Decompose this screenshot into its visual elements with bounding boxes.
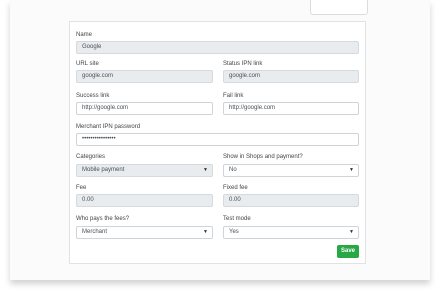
who-pays-label: Who pays the fees? [76,216,130,222]
top-partial-element [310,0,368,15]
fee-label: Fee [76,185,87,191]
who-pays-select[interactable]: Merchant ▼ [76,226,213,239]
fee-field: 0.00 [76,194,213,207]
url-site-field: google.com [76,70,213,83]
merchant-ipn-password-input[interactable]: •••••••••••••••• [76,133,359,146]
fail-link-label: Fail link [223,93,244,99]
success-link-label: Success link [76,93,110,99]
name-label: Name [76,32,93,38]
show-in-shops-label: Show in Shops and payment? [223,154,303,160]
caret-down-icon: ▼ [203,229,208,235]
status-ipn-link-label: Status IPN link [223,61,263,67]
fixed-fee-field: 0.00 [223,194,359,207]
fixed-fee-label: Fixed fee [223,185,248,191]
caret-down-icon: ▼ [203,167,208,173]
success-link-input[interactable]: http://google.com [76,102,213,115]
url-site-label: URL site [76,61,99,67]
caret-down-icon: ▼ [349,167,354,173]
test-mode-label: Test mode [223,216,251,222]
merchant-ipn-password-label: Merchant IPN password [76,124,141,130]
name-field: Google [76,41,359,54]
who-pays-value: Merchant [82,229,108,235]
categories-value: Mobile payment [82,167,125,173]
save-button[interactable]: Save [337,245,359,258]
fail-link-input[interactable]: http://google.com [223,102,359,115]
test-mode-select[interactable]: Yes ▼ [223,226,359,239]
caret-down-icon: ▼ [349,229,354,235]
categories-select: Mobile payment ▼ [76,164,213,177]
status-ipn-link-field: google.com [223,70,359,83]
show-in-shops-select[interactable]: No ▼ [223,164,359,177]
show-in-shops-value: No [229,167,237,173]
categories-label: Categories [76,154,106,160]
test-mode-value: Yes [229,229,239,235]
